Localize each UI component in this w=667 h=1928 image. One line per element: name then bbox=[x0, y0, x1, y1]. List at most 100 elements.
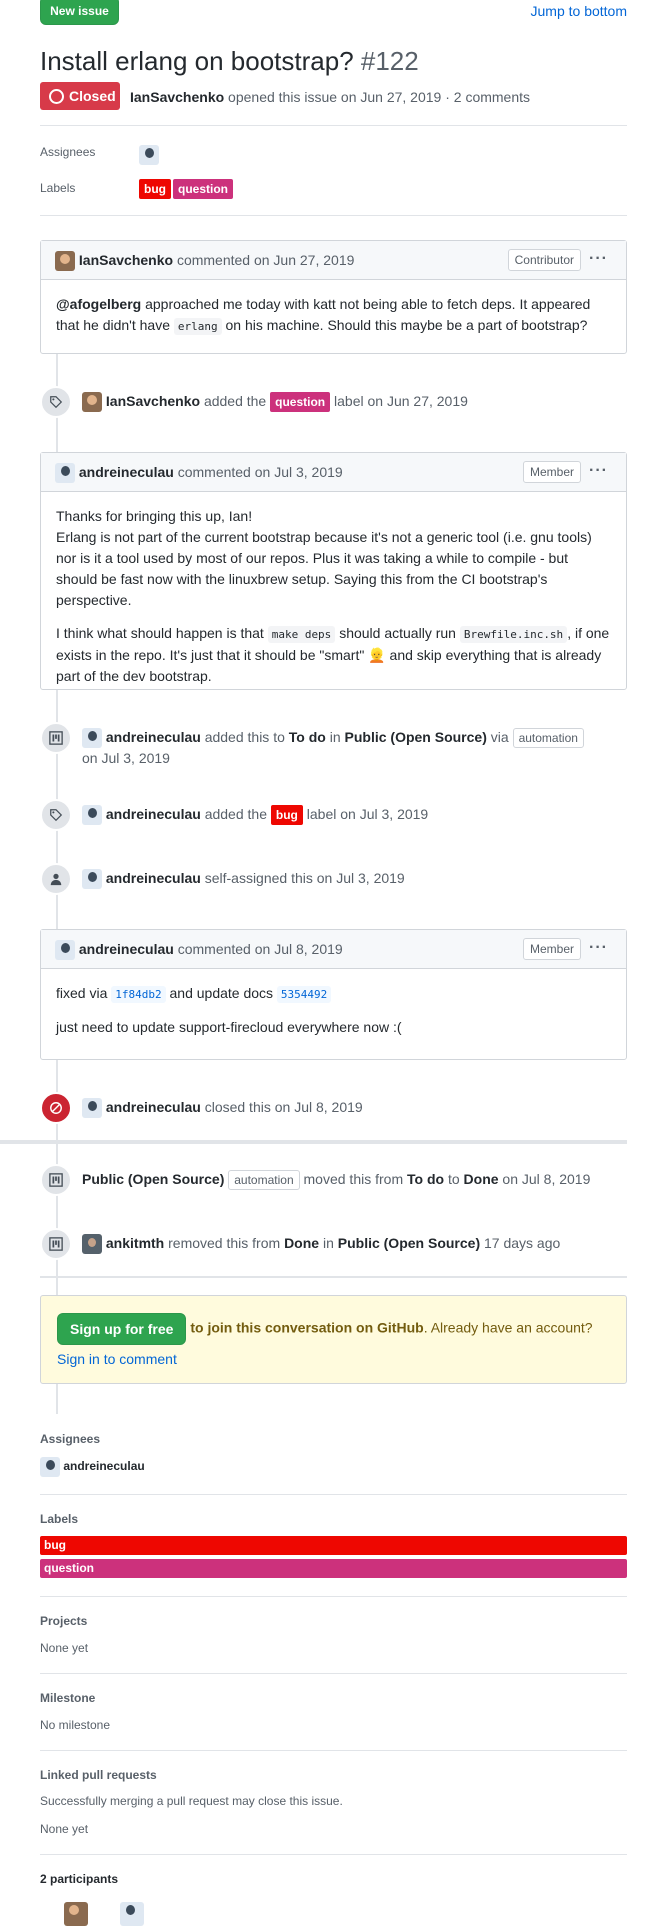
comment-2-time[interactable]: commented on Jul 3, 2019 bbox=[178, 464, 343, 480]
signup-button[interactable]: Sign up for free bbox=[57, 1313, 187, 1345]
assignees-heading: Assignees bbox=[40, 145, 96, 159]
comment-2: andreineculau commented on Jul 3, 2019 M… bbox=[40, 452, 627, 690]
event-text-2: in bbox=[322, 1235, 334, 1251]
comment-1-more-icon[interactable]: ··· bbox=[589, 250, 608, 268]
sidebar-milestone-value: No milestone bbox=[40, 1718, 111, 1732]
sidebar-labels-heading: Labels bbox=[40, 1512, 79, 1526]
comment-1-heading: IanSavchenko commented on Jun 27, 2019 bbox=[55, 250, 354, 272]
comment-2-author[interactable]: andreineculau bbox=[79, 464, 174, 480]
comment-2-more-icon[interactable]: ··· bbox=[589, 462, 608, 480]
timeline-end-divider bbox=[40, 1276, 627, 1278]
event-text: self-assigned this on Jul 3, 2019 bbox=[204, 870, 405, 886]
event-author[interactable]: andreineculau bbox=[106, 870, 201, 886]
event-text-3[interactable]: on Jul 8, 2019 bbox=[502, 1171, 590, 1187]
label-question[interactable]: question bbox=[173, 179, 233, 199]
event-avatar[interactable] bbox=[82, 869, 102, 890]
comment-3: andreineculau commented on Jul 8, 2019 M… bbox=[40, 929, 627, 1060]
comment-3-header: andreineculau commented on Jul 8, 2019 M… bbox=[41, 930, 626, 969]
sidebar-projects-value: None yet bbox=[40, 1641, 89, 1655]
sidebar-label-bug[interactable]: bug bbox=[40, 1536, 627, 1555]
blond-person-emoji: 👱 bbox=[368, 647, 386, 663]
comment-1-author[interactable]: IanSavchenko bbox=[79, 252, 173, 268]
participant-avatar-2[interactable] bbox=[119, 1902, 144, 1926]
sidebar-projects-heading: Projects bbox=[40, 1614, 88, 1628]
event-author[interactable]: andreineculau bbox=[106, 1099, 201, 1115]
event-project-add: andreineculau added this to To do in Pub… bbox=[40, 722, 627, 766]
event-column: To do bbox=[288, 729, 326, 745]
sidebar-divider-2 bbox=[40, 1596, 627, 1597]
event-from: Done bbox=[284, 1235, 320, 1251]
meta-divider bbox=[40, 215, 627, 216]
event-avatar[interactable] bbox=[82, 1098, 102, 1119]
event-project-link[interactable]: Public (Open Source) bbox=[345, 729, 487, 745]
event-label-question-tag[interactable]: question bbox=[270, 392, 331, 412]
commit-sha-2[interactable]: 5354492 bbox=[276, 986, 332, 1003]
event-avatar[interactable] bbox=[82, 392, 102, 413]
event-from: To do bbox=[407, 1171, 445, 1187]
event-avatar[interactable] bbox=[82, 805, 102, 826]
sidebar-assignee[interactable]: andreineculau bbox=[40, 1456, 145, 1477]
event-self-assign: andreineculau self-assigned this on Jul … bbox=[40, 863, 627, 895]
comment-3-more-icon[interactable]: ··· bbox=[589, 939, 608, 957]
event-author[interactable]: andreineculau bbox=[106, 729, 201, 745]
sidebar-assignee-name[interactable]: andreineculau bbox=[63, 1459, 144, 1473]
sidebar-linked-desc: Successfully merging a pull request may … bbox=[40, 1794, 343, 1808]
signup-text-2: . Already have an account? bbox=[423, 1319, 593, 1336]
event-text-3[interactable]: 17 days ago bbox=[484, 1235, 560, 1251]
event-text-1: added this to bbox=[204, 729, 285, 745]
comment-3-time[interactable]: commented on Jul 8, 2019 bbox=[178, 941, 343, 957]
event-removed: ankitmth removed this from Done in Publi… bbox=[40, 1228, 627, 1260]
sidebar-label-question[interactable]: question bbox=[40, 1559, 627, 1578]
issue-title-text: Install erlang on bootstrap? bbox=[40, 46, 354, 76]
sidebar-divider-3 bbox=[40, 1673, 627, 1674]
event-label-bug-tag[interactable]: bug bbox=[270, 805, 303, 825]
comment-2-code-2: Brewfile.inc.sh bbox=[459, 626, 568, 643]
comment-2-avatar[interactable] bbox=[55, 463, 75, 484]
event-closed: andreineculau closed this on Jul 8, 2019 bbox=[40, 1092, 627, 1124]
sidebar-participants-heading: 2 participants bbox=[40, 1872, 119, 1886]
event-avatar[interactable] bbox=[82, 1234, 102, 1255]
event-author[interactable]: andreineculau bbox=[106, 806, 201, 822]
jump-to-bottom-link[interactable]: Jump to bottom bbox=[531, 3, 628, 19]
member-badge: Member bbox=[522, 938, 581, 960]
comment-3-avatar[interactable] bbox=[55, 940, 75, 961]
sidebar-milestone-heading: Milestone bbox=[40, 1691, 96, 1705]
mention-link[interactable]: @afogelberg bbox=[56, 296, 141, 312]
contributor-badge: Contributor bbox=[507, 249, 581, 271]
comment-1-avatar[interactable] bbox=[55, 251, 75, 272]
comment-3-text-2: and update docs bbox=[169, 985, 274, 1001]
assignee-avatar[interactable] bbox=[139, 145, 159, 165]
sidebar-assignee-avatar[interactable] bbox=[40, 1456, 60, 1477]
comment-3-author[interactable]: andreineculau bbox=[79, 941, 174, 957]
comment-1-time[interactable]: commented on Jun 27, 2019 bbox=[177, 252, 354, 268]
event-author[interactable]: ankitmth bbox=[106, 1235, 164, 1251]
sidebar-divider-5 bbox=[40, 1854, 627, 1855]
event-project-link[interactable]: Public (Open Source) bbox=[82, 1171, 224, 1187]
event-project-link[interactable]: Public (Open Source) bbox=[338, 1235, 480, 1251]
new-issue-button[interactable]: New issue bbox=[40, 0, 119, 25]
event-avatar[interactable] bbox=[82, 728, 102, 749]
event-text-3: via bbox=[490, 729, 509, 745]
sidebar-divider-4 bbox=[40, 1750, 627, 1751]
issue-author-link[interactable]: IanSavchenko bbox=[130, 89, 224, 105]
event-date[interactable]: on Jul 3, 2019 bbox=[82, 750, 170, 766]
event-text-1: moved this from bbox=[303, 1171, 404, 1187]
signup-box: Sign up for free to join this conversati… bbox=[40, 1295, 627, 1384]
sign-in-link[interactable]: Sign in to comment bbox=[57, 1351, 177, 1367]
event-label-bug: andreineculau added the bug label on Jul… bbox=[40, 799, 627, 831]
closed-icon bbox=[40, 1092, 72, 1124]
comment-3-p2: just need to update support-firecloud ev… bbox=[56, 1019, 402, 1035]
project-icon bbox=[40, 722, 72, 754]
comment-2-p1a: Thanks for bringing this up, Ian! bbox=[56, 508, 253, 524]
commit-sha-1[interactable]: 1f84db2 bbox=[111, 986, 166, 1003]
participant-avatar-1[interactable] bbox=[63, 1902, 88, 1926]
comment-3-heading: andreineculau commented on Jul 8, 2019 bbox=[55, 939, 343, 961]
header-divider bbox=[40, 125, 627, 126]
closed-issue-icon bbox=[49, 89, 64, 104]
event-author[interactable]: IanSavchenko bbox=[106, 393, 200, 409]
event-text-1: added the bbox=[204, 806, 267, 822]
comment-2-p2b: should actually run bbox=[339, 625, 456, 641]
comment-1-text-2: on his machine. Should this maybe be a p… bbox=[225, 317, 588, 333]
label-bug[interactable]: bug bbox=[139, 179, 171, 199]
event-text-1: removed this from bbox=[168, 1235, 281, 1251]
